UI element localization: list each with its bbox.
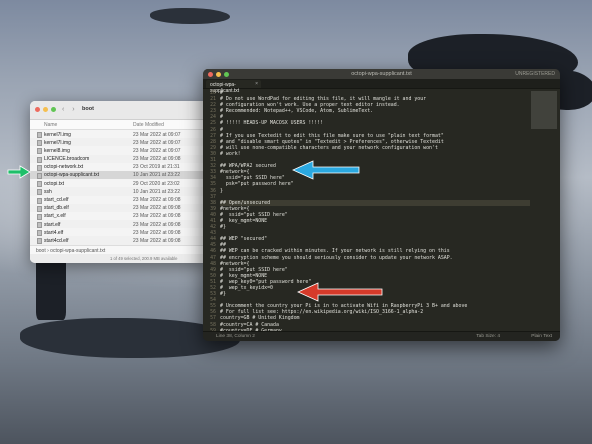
file-row[interactable]: kernel7l.img 23 Mar 2022 at 09:07	[30, 130, 208, 138]
editor-tab[interactable]: octopi-wpa-supplicant.txt ×	[206, 80, 261, 94]
file-date: 23 Mar 2022 at 09:08	[133, 213, 181, 220]
file-row[interactable]: start_cd.elf 23 Mar 2022 at 09:08	[30, 196, 208, 204]
editor-title: octopi-wpa-supplicant.txt	[351, 71, 412, 77]
file-row[interactable]: octopi-wpa-supplicant.txt 10 Jan 2021 at …	[30, 170, 208, 180]
red-arrow-icon	[297, 282, 383, 302]
file-date: 23 Mar 2022 at 09:08	[133, 237, 181, 244]
unregistered-label: UNREGISTERED	[515, 71, 555, 77]
zoom-button[interactable]	[51, 107, 56, 112]
file-row[interactable]: start_x.elf 23 Mar 2022 at 09:08	[30, 212, 208, 220]
file-date: 23 Mar 2022 at 09:08	[133, 221, 181, 228]
code-content[interactable]: # # Do not use WordPad for editing this f…	[220, 90, 530, 341]
nav-arrows-icon[interactable]: ‹ ›	[62, 106, 78, 113]
file-date: 29 Oct 2020 at 23:02	[133, 180, 180, 187]
editor-titlebar: octopi-wpa-supplicant.txt UNREGISTERED	[203, 69, 560, 79]
file-row[interactable]: kernel7l.img 23 Mar 2022 at 09:07	[30, 138, 208, 147]
file-date: 23 Mar 2022 at 09:08	[133, 229, 181, 236]
file-date: 23 Mar 2022 at 09:08	[133, 156, 181, 163]
file-name: octopi-network.txt	[44, 164, 84, 171]
file-icon	[37, 189, 42, 196]
file-icon	[37, 140, 42, 147]
file-name: LICENCE.broadcom	[44, 156, 90, 163]
file-icon	[37, 172, 42, 179]
cursor-position: Line 38, Column 2	[216, 334, 255, 339]
file-date: 23 Oct 2019 at 21:31	[133, 164, 180, 171]
file-date: 23 Mar 2022 at 09:07	[133, 131, 181, 138]
file-icon	[37, 213, 42, 220]
file-icon	[37, 156, 42, 163]
file-name: octopi.txt	[44, 180, 65, 187]
file-name: start.elf	[44, 221, 61, 228]
column-header-name[interactable]: Name	[44, 122, 57, 128]
close-button[interactable]	[35, 107, 40, 112]
file-name: start_db.elf	[44, 205, 69, 212]
file-name: start_x.elf	[44, 213, 66, 220]
file-date: 23 Mar 2022 at 09:08	[133, 205, 181, 212]
background-rock	[150, 8, 230, 24]
finder-toolbar: ‹ › boot	[30, 101, 208, 120]
file-row[interactable]: LICENCE.broadcom 23 Mar 2022 at 09:08	[30, 154, 208, 163]
file-row[interactable]: start4cd.elf 23 Mar 2022 at 09:08	[30, 236, 208, 245]
file-date: 23 Mar 2022 at 09:07	[133, 139, 181, 146]
file-icon	[37, 164, 42, 171]
file-name: ssh	[44, 188, 52, 195]
file-row[interactable]: ssh 10 Jan 2021 at 23:22	[30, 187, 208, 196]
file-row[interactable]: start_db.elf 23 Mar 2022 at 09:08	[30, 203, 208, 212]
file-icon	[37, 230, 42, 237]
finder-title: boot	[82, 106, 94, 112]
file-name: kernel7l.img	[44, 131, 71, 138]
file-icon	[37, 132, 42, 138]
line-number-gutter: 20 21 22 23 24 25 26 27 28 29 30 31 32 33 34 35 36 37 38 39…	[203, 90, 216, 341]
file-date: 23 Mar 2022 at 09:07	[133, 147, 181, 154]
file-name: start4.elf	[44, 229, 64, 236]
file-icon	[37, 197, 42, 204]
file-icon	[37, 205, 42, 212]
path-bar: boot › octopi-wpa-supplicant.txt	[30, 245, 208, 254]
path-bar-text[interactable]: boot › octopi-wpa-supplicant.txt	[36, 248, 105, 254]
file-row[interactable]: octopi-network.txt 23 Oct 2019 at 21:31	[30, 163, 208, 171]
column-header-date[interactable]: Date Modified	[133, 122, 164, 128]
editor-status-bar: Line 38, Column 2 Tab Size: 4 Plain Text	[203, 331, 560, 341]
file-list: kernel7l.img 23 Mar 2022 at 09:07 kernel7l…	[30, 130, 208, 261]
minimize-button[interactable]	[43, 107, 48, 112]
file-name: start4cd.elf	[44, 237, 69, 244]
file-row[interactable]: octopi.txt 29 Oct 2020 at 23:02	[30, 179, 208, 188]
file-name: kernel7l.img	[44, 139, 71, 146]
file-date: 10 Jan 2021 at 23:22	[133, 172, 180, 179]
file-icon	[37, 148, 42, 155]
tab-size-selector[interactable]: Tab Size: 4	[476, 334, 500, 339]
file-icon	[37, 238, 42, 245]
column-headers: Name Date Modified	[30, 120, 208, 130]
file-icon	[37, 222, 42, 229]
finder-status-text: 1 of 49 selected, 200.9 MB available	[110, 256, 178, 261]
green-arrow-icon	[7, 165, 31, 179]
file-name: kernel8.img	[44, 147, 70, 154]
file-name: octopi-wpa-supplicant.txt	[44, 172, 100, 179]
file-row[interactable]: start.elf 23 Mar 2022 at 09:08	[30, 220, 208, 229]
file-date: 10 Jan 2021 at 23:22	[133, 188, 180, 195]
file-row[interactable]: kernel8.img 23 Mar 2022 at 09:07	[30, 146, 208, 155]
file-row[interactable]: start4.elf 23 Mar 2022 at 09:08	[30, 228, 208, 237]
finder-status-bar: 1 of 49 selected, 200.9 MB available	[30, 254, 208, 263]
finder-window: ‹ › boot Name Date Modified kernel7l.img…	[30, 101, 208, 263]
file-date: 23 Mar 2022 at 09:08	[133, 197, 181, 203]
window-controls	[35, 107, 56, 112]
blue-arrow-icon	[292, 160, 360, 180]
syntax-selector[interactable]: Plain Text	[531, 334, 552, 339]
minimap[interactable]	[531, 91, 557, 129]
file-icon	[37, 181, 42, 188]
file-name: start_cd.elf	[44, 197, 69, 203]
tab-close-icon[interactable]: ×	[255, 81, 258, 87]
